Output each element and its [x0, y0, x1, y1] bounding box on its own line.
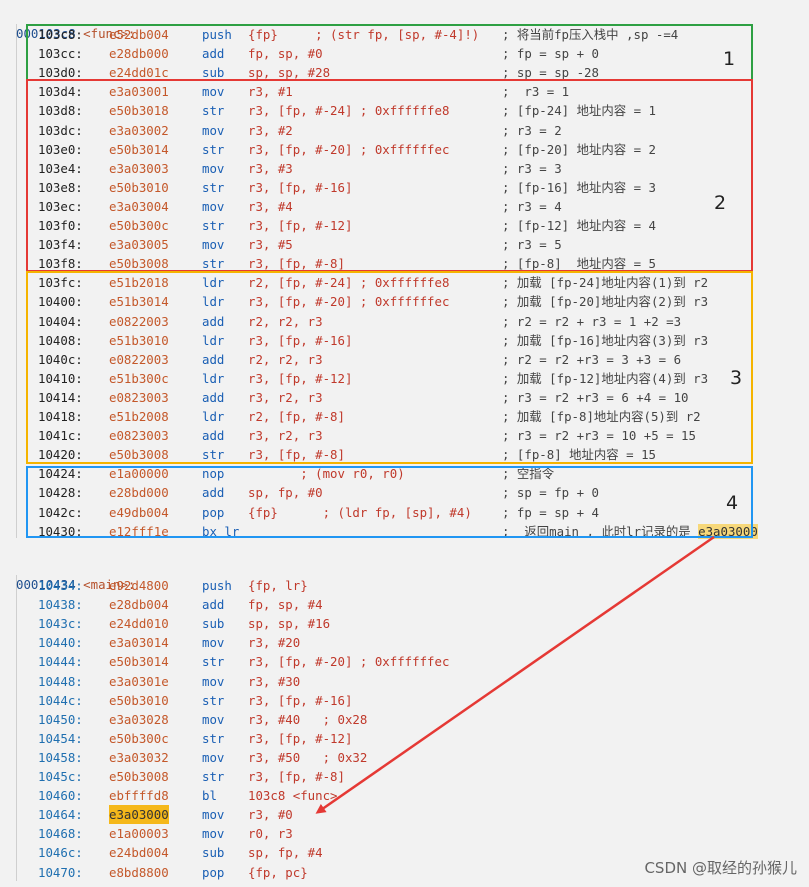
machine-code: e24dd010: [109, 616, 169, 632]
instruction-address: 10444:: [38, 654, 83, 670]
mnemonic: str: [202, 769, 225, 784]
instruction-address: 10458:: [38, 749, 83, 765]
annotation-label-1: 1: [723, 48, 736, 70]
mnemonic: push: [202, 578, 232, 593]
machine-code: e24bd004: [109, 845, 169, 861]
watermark: CSDN @取经的孙猴儿: [644, 859, 797, 877]
machine-code: e50b3014: [109, 654, 169, 670]
machine-code: e3a03032: [109, 749, 169, 765]
instruction-address: 10448:: [38, 673, 83, 689]
operands: sp, fp, #4: [248, 845, 323, 861]
operands: sp, sp, #16: [248, 616, 331, 632]
instruction-address: 10440:: [38, 635, 83, 651]
annotation-box-2: [26, 79, 753, 272]
operands: r3, [fp, #-20] ; 0xffffffec: [248, 654, 450, 670]
annotation-label-2: 2: [714, 192, 727, 214]
operands: r0, r3: [248, 826, 293, 842]
annotation-box-1: [26, 24, 753, 81]
operands: r3, #0: [248, 807, 293, 823]
instruction-address: 10450:: [38, 711, 83, 727]
machine-code: e50b300c: [109, 730, 169, 746]
annotation-box-3: [26, 271, 753, 464]
main-symbol: 00010434 <main>:: [0, 556, 135, 592]
mnemonic: str: [202, 654, 225, 670]
machine-code: e3a0301e: [109, 673, 169, 689]
mnemonic: mov: [202, 635, 225, 651]
mnemonic: add: [202, 597, 225, 613]
machine-code: e3a03014: [109, 635, 169, 651]
func-gutter: [16, 24, 17, 538]
instruction-address: 10464:: [38, 807, 83, 823]
operands: r3, [fp, #-12]: [248, 730, 353, 746]
mnemonic: mov: [202, 826, 225, 842]
instruction-address: 10470:: [38, 864, 83, 880]
mnemonic: sub: [202, 616, 225, 632]
machine-code: e3a03000: [109, 805, 169, 825]
operands: {fp, pc}: [248, 864, 308, 880]
instruction-address: 1046c:: [38, 845, 83, 861]
mnemonic: pop: [202, 864, 225, 880]
annotation-box-4: [26, 466, 753, 538]
mnemonic: bl: [202, 788, 217, 804]
disassembly-view: 000103c8 <func>: 103c8: e52db004 push {fp} …: [0, 0, 809, 887]
operands: r3, #30: [248, 673, 301, 689]
operands: fp, sp, #4: [248, 597, 323, 613]
annotation-label-3: 3: [730, 367, 743, 389]
mnemonic: str: [202, 692, 225, 708]
mnemonic: mov: [202, 749, 225, 765]
machine-code: e50b3010: [109, 692, 169, 708]
mnemonic: sub: [202, 845, 225, 861]
mnemonic: mov: [202, 711, 225, 727]
machine-code: e28db004: [109, 597, 169, 613]
machine-code: e3a03028: [109, 711, 169, 727]
main-gutter: [16, 575, 17, 881]
instruction-address: 10438:: [38, 597, 83, 613]
instruction-address: 10434:: [38, 578, 83, 593]
mnemonic: str: [202, 730, 225, 746]
instruction-address: 1045c:: [38, 769, 83, 784]
instruction-address: 10460:: [38, 788, 83, 804]
machine-code: e8bd8800: [109, 864, 169, 880]
instruction-address: 1043c:: [38, 616, 83, 632]
annotation-label-4: 4: [726, 492, 739, 514]
machine-code: ebffffd8: [109, 788, 169, 804]
func-symbol: 000103c8 <func>:: [0, 5, 135, 41]
operands: 103c8 <func>: [248, 788, 338, 804]
instruction-address: 1044c:: [38, 692, 83, 708]
operands: r3, [fp, #-8]: [248, 769, 345, 784]
machine-code: e50b3008: [109, 769, 169, 784]
mnemonic: mov: [202, 807, 225, 823]
operands: r3, #40 ; 0x28: [248, 711, 368, 727]
operands: r3, #20: [248, 635, 301, 651]
operands: r3, [fp, #-16]: [248, 692, 353, 708]
machine-code: e92d4800: [109, 578, 169, 593]
instruction-address: 10454:: [38, 730, 83, 746]
operands: {fp, lr}: [248, 578, 308, 593]
machine-code: e1a00003: [109, 826, 169, 842]
operands: r3, #50 ; 0x32: [248, 749, 368, 765]
instruction-address: 10468:: [38, 826, 83, 842]
mnemonic: mov: [202, 673, 225, 689]
